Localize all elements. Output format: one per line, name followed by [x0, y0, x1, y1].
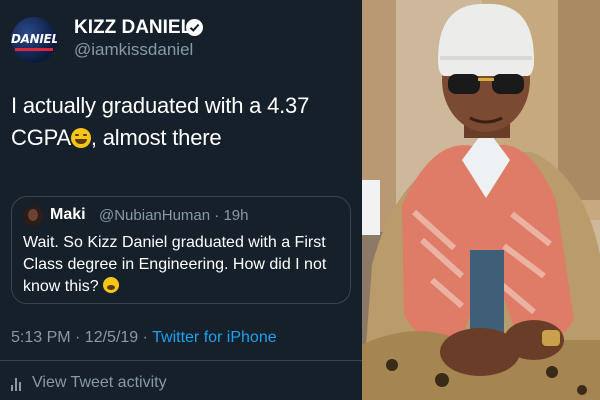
bar-chart-icon — [11, 377, 23, 391]
tweet-timestamp[interactable]: 5:13 PM · 12/5/19 · — [11, 329, 152, 346]
photo-panel — [362, 0, 600, 400]
quoted-tweet-text: Wait. So Kizz Daniel graduated with a Fi… — [23, 234, 327, 295]
avatar-logo-text: DANIEL — [11, 32, 57, 46]
quoted-user-name: Maki — [50, 206, 86, 223]
tweet-source-link[interactable]: Twitter for iPhone — [152, 329, 277, 346]
man-in-beanie-and-scarf-photo — [362, 0, 600, 400]
quoted-user-handle-time: @NubianHuman · 19h — [99, 207, 249, 224]
divider — [0, 360, 362, 361]
avatar-stripe — [15, 48, 53, 51]
user-handle[interactable]: @iamkissdaniel — [74, 40, 193, 60]
quoted-tweet-card[interactable]: Maki @NubianHuman · 19h Wait. So Kizz Da… — [11, 196, 351, 304]
view-tweet-activity-label: View Tweet activity — [32, 374, 167, 391]
profile-avatar[interactable]: DANIEL — [11, 17, 57, 63]
tweet-metadata: 5:13 PM · 12/5/19 · Twitter for iPhone — [11, 329, 277, 347]
display-name[interactable]: KIZZ DANIEL — [74, 17, 192, 39]
tweet-panel: DANIEL KIZZ DANIEL @iamkissdaniel I actu… — [0, 0, 362, 400]
tweet-text-end: , almost there — [90, 125, 222, 150]
grinning-face-emoji-icon — [70, 128, 91, 148]
tweet-text: I actually graduated with a 4.37 CGPA, a… — [11, 90, 356, 154]
verified-badge-icon — [186, 19, 203, 36]
exploding-head-emoji-icon — [103, 277, 120, 293]
quoted-tweet-text-wrap: Wait. So Kizz Daniel graduated with a Fi… — [23, 232, 343, 298]
quoted-user-avatar — [23, 206, 43, 226]
